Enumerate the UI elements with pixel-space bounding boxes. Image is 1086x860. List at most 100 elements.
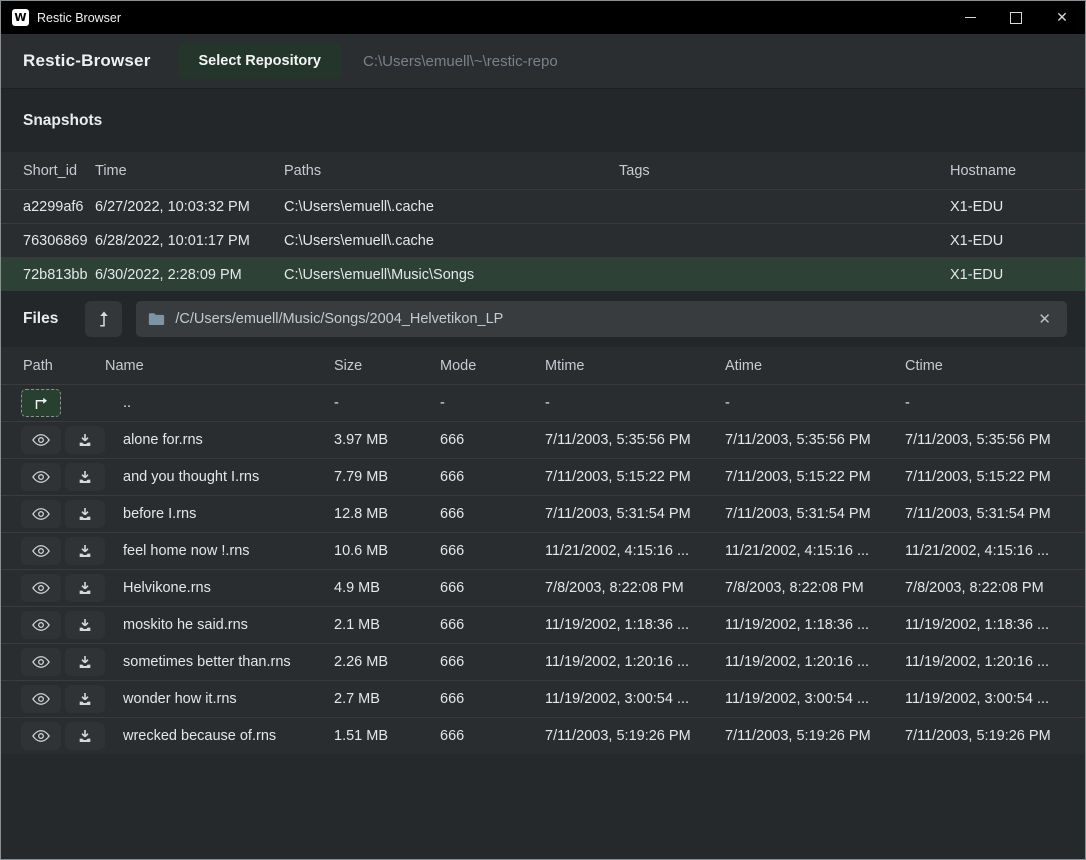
- file-path-input[interactable]: /C/Users/emuell/Music/Songs/2004_Helveti…: [136, 301, 1067, 337]
- file-name: moskito he said.rns: [105, 607, 334, 644]
- file-actions: [1, 681, 105, 718]
- snapshot-hostname: X1-EDU: [950, 258, 1085, 292]
- snapshot-paths: C:\Users\emuell\Music\Songs: [284, 258, 619, 292]
- column-header-short-id[interactable]: Short_id: [1, 152, 95, 190]
- column-header-mtime[interactable]: Mtime: [545, 347, 725, 385]
- column-header-path[interactable]: Path: [1, 347, 105, 385]
- file-size: 2.26 MB: [334, 644, 440, 681]
- go-to-parent-button[interactable]: [21, 389, 61, 417]
- download-icon: [77, 728, 93, 744]
- column-header-hostname[interactable]: Hostname: [950, 152, 1085, 190]
- minimize-button[interactable]: [947, 1, 993, 34]
- window-title: Restic Browser: [37, 11, 121, 25]
- column-header-atime[interactable]: Atime: [725, 347, 905, 385]
- file-mtime: 7/11/2003, 5:35:56 PM: [545, 422, 725, 459]
- clear-path-button[interactable]: ✕: [1034, 308, 1055, 330]
- column-header-paths[interactable]: Paths: [284, 152, 619, 190]
- file-ctime: 7/11/2003, 5:31:54 PM: [905, 496, 1085, 533]
- snapshot-tags: [619, 190, 950, 224]
- restore-file-button[interactable]: [65, 463, 105, 491]
- file-ctime: 11/21/2002, 4:15:16 ...: [905, 533, 1085, 570]
- eye-icon: [32, 692, 50, 706]
- file-actions: [1, 385, 105, 422]
- download-icon: [77, 469, 93, 485]
- restore-file-button[interactable]: [65, 537, 105, 565]
- close-icon: ✕: [1056, 9, 1068, 26]
- view-file-button[interactable]: [21, 537, 61, 565]
- file-actions: [1, 496, 105, 533]
- restore-file-button[interactable]: [65, 426, 105, 454]
- download-icon: [77, 432, 93, 448]
- view-file-button[interactable]: [21, 611, 61, 639]
- column-header-name[interactable]: Name: [105, 347, 334, 385]
- column-header-ctime[interactable]: Ctime: [905, 347, 1085, 385]
- restore-file-button[interactable]: [65, 574, 105, 602]
- eye-icon: [32, 729, 50, 743]
- file-ctime: 11/19/2002, 1:18:36 ...: [905, 607, 1085, 644]
- app-title: Restic-Browser: [23, 51, 151, 71]
- snapshot-time: 6/27/2022, 10:03:32 PM: [95, 190, 284, 224]
- restore-file-button[interactable]: [65, 648, 105, 676]
- maximize-button[interactable]: [993, 1, 1039, 34]
- files-header-row: Path Name Size Mode Mtime Atime Ctime: [1, 347, 1085, 385]
- view-file-button[interactable]: [21, 426, 61, 454]
- view-file-button[interactable]: [21, 685, 61, 713]
- file-size: 3.97 MB: [334, 422, 440, 459]
- snapshots-section-header: Snapshots: [1, 89, 1085, 152]
- file-row: wonder how it.rns2.7 MB66611/19/2002, 3:…: [1, 681, 1085, 718]
- snapshots-table: Short_id Time Paths Tags Hostname a2299a…: [1, 152, 1085, 291]
- view-file-button[interactable]: [21, 648, 61, 676]
- file-row: wrecked because of.rns1.51 MB6667/11/200…: [1, 718, 1085, 755]
- eye-icon: [32, 544, 50, 558]
- navigate-up-button[interactable]: [85, 301, 122, 337]
- snapshot-row[interactable]: 72b813bb6/30/2022, 2:28:09 PMC:\Users\em…: [1, 258, 1085, 292]
- current-path: /C/Users/emuell/Music/Songs/2004_Helveti…: [175, 311, 1034, 327]
- restore-file-button[interactable]: [65, 500, 105, 528]
- file-actions: [1, 607, 105, 644]
- file-mtime: 7/11/2003, 5:15:22 PM: [545, 459, 725, 496]
- file-actions: [1, 570, 105, 607]
- files-table-body: ..-----alone for.rns3.97 MB6667/11/2003,…: [1, 385, 1085, 755]
- file-actions: [1, 644, 105, 681]
- snapshots-table-body: a2299af66/27/2022, 10:03:32 PMC:\Users\e…: [1, 190, 1085, 292]
- file-mode: 666: [440, 681, 545, 718]
- restore-file-button[interactable]: [65, 611, 105, 639]
- file-name: ..: [105, 385, 334, 422]
- files-section-header: Files /C/Users/emuell/Music/Songs/2004_H…: [1, 291, 1085, 347]
- file-mtime: 7/11/2003, 5:31:54 PM: [545, 496, 725, 533]
- snapshot-tags: [619, 258, 950, 292]
- snapshot-row[interactable]: 763068696/28/2022, 10:01:17 PMC:\Users\e…: [1, 224, 1085, 258]
- column-header-size[interactable]: Size: [334, 347, 440, 385]
- folder-icon: [148, 312, 165, 326]
- download-icon: [77, 543, 93, 559]
- file-mode: 666: [440, 570, 545, 607]
- view-file-button[interactable]: [21, 722, 61, 750]
- restore-file-button[interactable]: [65, 685, 105, 713]
- file-row: Helvikone.rns4.9 MB6667/8/2003, 8:22:08 …: [1, 570, 1085, 607]
- snapshot-time: 6/28/2022, 10:01:17 PM: [95, 224, 284, 258]
- file-ctime: 7/11/2003, 5:19:26 PM: [905, 718, 1085, 755]
- snapshot-row[interactable]: a2299af66/27/2022, 10:03:32 PMC:\Users\e…: [1, 190, 1085, 224]
- select-repository-button[interactable]: Select Repository: [178, 43, 343, 79]
- file-atime: 7/11/2003, 5:35:56 PM: [725, 422, 905, 459]
- column-header-tags[interactable]: Tags: [619, 152, 950, 190]
- restore-file-button[interactable]: [65, 722, 105, 750]
- empty-area: [1, 754, 1085, 859]
- eye-icon: [32, 618, 50, 632]
- file-actions: [1, 422, 105, 459]
- view-file-button[interactable]: [21, 463, 61, 491]
- titlebar: W Restic Browser ✕: [1, 1, 1085, 34]
- snapshot-hostname: X1-EDU: [950, 190, 1085, 224]
- repository-path: C:\Users\emuell\~\restic-repo: [363, 53, 558, 70]
- column-header-time[interactable]: Time: [95, 152, 284, 190]
- view-file-button[interactable]: [21, 574, 61, 602]
- app-icon: W: [12, 9, 29, 26]
- close-button[interactable]: ✕: [1039, 1, 1085, 34]
- file-mode: 666: [440, 533, 545, 570]
- column-header-mode[interactable]: Mode: [440, 347, 545, 385]
- file-atime: 7/11/2003, 5:19:26 PM: [725, 718, 905, 755]
- eye-icon: [32, 581, 50, 595]
- view-file-button[interactable]: [21, 500, 61, 528]
- file-mode: 666: [440, 422, 545, 459]
- snapshot-short-id: 72b813bb: [1, 258, 95, 292]
